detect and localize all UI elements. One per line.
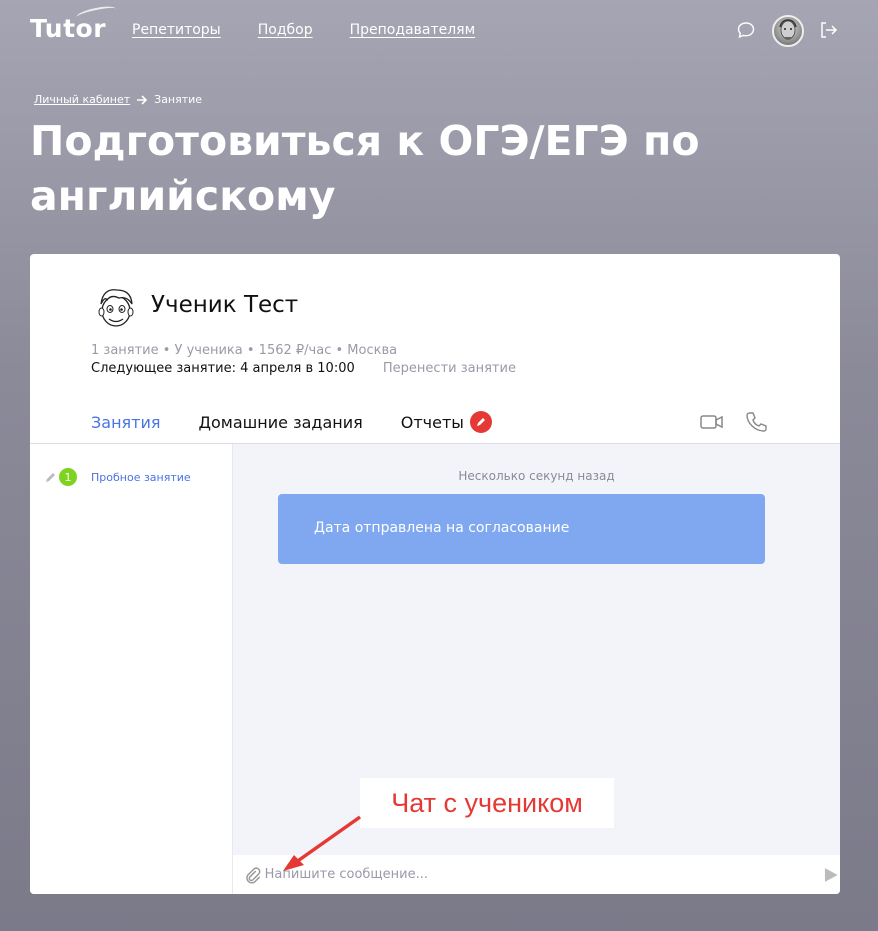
tab-homework[interactable]: Домашние задания [199, 411, 363, 433]
next-lesson-line: Следующее занятие: 4 апреля в 10:00 Пере… [91, 361, 516, 376]
logout-icon[interactable] [818, 20, 838, 40]
student-meta: 1 занятие • У ученика • 1562 ₽/час • Мос… [91, 343, 398, 358]
annotation-arrow-icon [283, 815, 362, 871]
paperclip-icon[interactable] [245, 866, 261, 884]
breadcrumb-cabinet-link[interactable]: Личный кабинет [34, 93, 130, 106]
tab-reports[interactable]: Отчеты [401, 411, 492, 433]
send-icon[interactable] [822, 866, 840, 884]
student-name: Ученик Тест [151, 292, 299, 318]
pencil-icon[interactable] [469, 411, 492, 433]
reschedule-link[interactable]: Перенести занятие [383, 361, 516, 376]
user-avatar[interactable] [772, 15, 804, 47]
portrait-icon [779, 19, 797, 40]
page-title: Подготовиться к ОГЭ/ЕГЭ по английскому [30, 117, 700, 220]
tab-lessons-label: Занятия [91, 412, 161, 432]
chat-bubble-icon[interactable] [736, 20, 756, 40]
student-avatar [98, 289, 134, 327]
pencil-icon [46, 473, 55, 482]
breadcrumb: Личный кабинет Занятие [34, 93, 202, 106]
tabs: Занятия Домашние задания Отчеты [91, 411, 492, 433]
phone-icon[interactable] [745, 411, 769, 433]
nav-for-teachers[interactable]: Преподавателям [350, 22, 476, 38]
message-timestamp: Несколько секунд назад [458, 469, 615, 483]
main-nav: Репетиторы Подбор Преподавателям [132, 22, 475, 38]
nav-matching[interactable]: Подбор [258, 22, 313, 38]
tab-lessons[interactable]: Занятия [91, 411, 161, 433]
arrow-right-icon [137, 94, 148, 105]
lesson-item[interactable]: 1 Пробное занятие [45, 468, 191, 486]
logo[interactable]: Tutor [30, 3, 117, 43]
lesson-label: Пробное занятие [91, 470, 191, 484]
nav-tutors[interactable]: Репетиторы [132, 22, 221, 38]
tab-homework-label: Домашние задания [198, 412, 363, 432]
chat-message: Дата отправлена на согласование [278, 494, 765, 564]
lesson-sidebar: 1 Пробное занятие [30, 444, 233, 894]
video-camera-icon[interactable] [700, 411, 724, 433]
annotation-label: Чат с учеником [360, 778, 614, 828]
lesson-number-badge: 1 [59, 468, 77, 486]
breadcrumb-current: Занятие [154, 93, 203, 106]
next-lesson: Следующее занятие: 4 апреля в 10:00 [91, 361, 355, 376]
tab-reports-label: Отчеты [400, 412, 464, 432]
